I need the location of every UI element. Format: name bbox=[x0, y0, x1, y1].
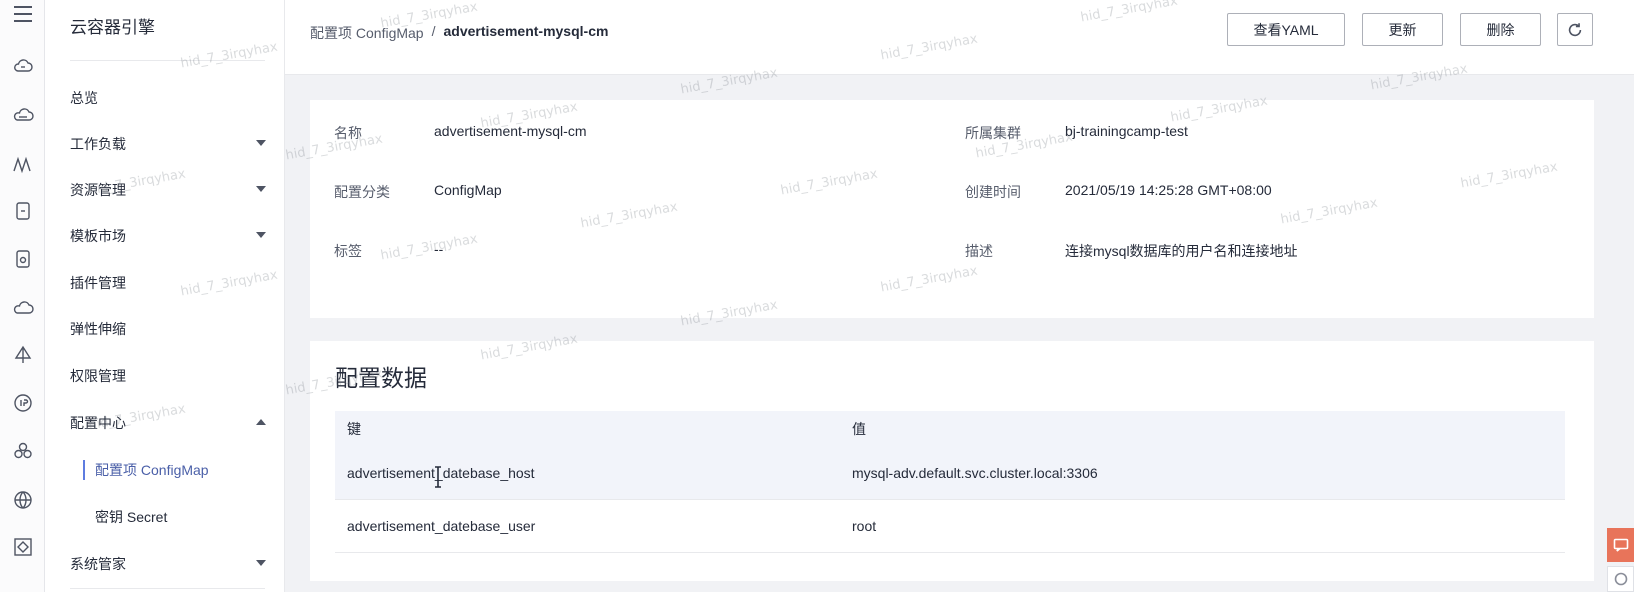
sidebar-item-label: 总览 bbox=[70, 90, 98, 106]
breadcrumb-current: advertisement-mysql-cm bbox=[443, 23, 609, 39]
gateway-icon[interactable] bbox=[0, 533, 45, 561]
sidebar-item-autoscaling[interactable]: 弹性伸缩 bbox=[45, 314, 285, 344]
sidebar-item-label: 配置项 ConfigMap bbox=[95, 462, 209, 478]
row-value: root bbox=[852, 518, 877, 534]
globe-icon[interactable] bbox=[0, 486, 45, 514]
row-key: advertisement_datebase_user bbox=[347, 518, 536, 534]
sidebar-item-secret[interactable]: 密钥 Secret bbox=[45, 502, 285, 532]
view-yaml-button[interactable]: 查看YAML bbox=[1227, 13, 1345, 46]
config-data-table: 键 值 advertisement_datebase_host mysql-ad… bbox=[335, 411, 1565, 553]
sidebar-item-label: 权限管理 bbox=[70, 368, 126, 384]
sidebar-brand: 云容器引擎 bbox=[70, 18, 155, 37]
sidebar-item-workloads[interactable]: 工作负载 bbox=[45, 129, 285, 159]
sidebar-item-label: 模板市场 bbox=[70, 228, 126, 244]
delete-button[interactable]: 删除 bbox=[1460, 13, 1541, 46]
chevron-down-icon bbox=[256, 232, 266, 238]
table-header: 键 值 bbox=[335, 411, 1565, 447]
chevron-up-icon bbox=[256, 419, 266, 425]
sidebar-item-label: 系统管家 bbox=[70, 556, 126, 572]
container-icon[interactable] bbox=[0, 197, 45, 225]
monitor-wave-icon[interactable] bbox=[0, 150, 45, 178]
cluster-value: bj-trainingcamp-test bbox=[1065, 123, 1188, 139]
storage-icon[interactable] bbox=[0, 245, 45, 273]
created-value: 2021/05/19 14:25:28 GMT+08:00 bbox=[1065, 182, 1272, 198]
chevron-down-icon bbox=[256, 140, 266, 146]
sidebar-item-label: 插件管理 bbox=[70, 275, 126, 291]
sidebar-item-label: 配置中心 bbox=[70, 415, 126, 431]
sidebar-divider bbox=[70, 588, 265, 589]
sidebar-item-label: 密钥 Secret bbox=[95, 509, 168, 525]
column-header-value: 值 bbox=[852, 421, 866, 437]
sidebar-item-permissions[interactable]: 权限管理 bbox=[45, 361, 285, 391]
sidebar-item-addons[interactable]: 插件管理 bbox=[45, 268, 285, 298]
cloud-service-icon[interactable] bbox=[0, 294, 45, 322]
ip-icon[interactable] bbox=[0, 389, 45, 417]
page-header: 配置项 ConfigMap / advertisement-mysql-cm 查… bbox=[285, 0, 1634, 75]
row-value: mysql-adv.default.svc.cluster.local:3306 bbox=[852, 465, 1098, 481]
table-row[interactable]: advertisement_datebase_user root bbox=[335, 500, 1565, 553]
cloud-icon[interactable] bbox=[0, 101, 45, 129]
tags-label: 标签 bbox=[334, 243, 362, 259]
menu-icon[interactable] bbox=[0, 0, 45, 28]
sidebar-item-template-market[interactable]: 模板市场 bbox=[45, 221, 285, 251]
table-row[interactable]: advertisement_datebase_host mysql-adv.de… bbox=[335, 447, 1565, 500]
tags-value: -- bbox=[434, 241, 444, 257]
type-label: 配置分类 bbox=[334, 184, 390, 200]
sidebar-item-label: 资源管理 bbox=[70, 182, 126, 198]
config-data-card: 配置数据 键 值 advertisement_datebase_host mys… bbox=[310, 341, 1594, 581]
description-label: 描述 bbox=[965, 243, 993, 259]
cluster-label: 所属集群 bbox=[965, 125, 1021, 141]
sidebar-item-overview[interactable]: 总览 bbox=[45, 83, 285, 113]
cluster-icon[interactable] bbox=[0, 437, 45, 465]
breadcrumb: 配置项 ConfigMap / advertisement-mysql-cm bbox=[310, 23, 608, 43]
description-value: 连接mysql数据库的用户名和连接地址 bbox=[1065, 243, 1298, 259]
sidebar-item-configmap[interactable]: 配置项 ConfigMap bbox=[45, 455, 285, 485]
feedback-chat-button[interactable] bbox=[1607, 528, 1634, 562]
type-value: ConfigMap bbox=[434, 182, 502, 198]
sidebar: 云容器引擎 总览 工作负载 资源管理 模板市场 插件管理 弹性伸缩 权限管理 配… bbox=[45, 0, 285, 592]
breadcrumb-separator: / bbox=[431, 23, 436, 39]
chevron-down-icon bbox=[256, 560, 266, 566]
cloud-home-icon[interactable] bbox=[0, 52, 45, 80]
column-header-key: 键 bbox=[347, 421, 361, 437]
sidebar-item-resources[interactable]: 资源管理 bbox=[45, 175, 285, 205]
created-label: 创建时间 bbox=[965, 184, 1021, 200]
configmap-info-card: 名称 advertisement-mysql-cm 所属集群 bj-traini… bbox=[310, 100, 1594, 318]
refresh-button[interactable] bbox=[1557, 13, 1593, 46]
update-button[interactable]: 更新 bbox=[1362, 13, 1443, 46]
sidebar-item-system-manager[interactable]: 系统管家 bbox=[45, 549, 285, 579]
deploy-icon[interactable] bbox=[0, 341, 45, 369]
name-value: advertisement-mysql-cm bbox=[434, 123, 587, 139]
icon-rail bbox=[0, 0, 45, 592]
refresh-icon bbox=[1568, 22, 1582, 36]
sidebar-item-label: 弹性伸缩 bbox=[70, 321, 126, 337]
help-button[interactable] bbox=[1607, 566, 1634, 592]
text-cursor-icon bbox=[433, 466, 443, 488]
chat-icon bbox=[1613, 538, 1628, 552]
sidebar-item-config-center[interactable]: 配置中心 bbox=[45, 408, 285, 438]
name-label: 名称 bbox=[334, 125, 362, 141]
chevron-down-icon bbox=[256, 186, 266, 192]
sidebar-item-label: 工作负载 bbox=[70, 136, 126, 152]
help-icon bbox=[1614, 572, 1627, 586]
breadcrumb-parent-link[interactable]: 配置项 ConfigMap bbox=[310, 23, 424, 43]
section-title: 配置数据 bbox=[335, 365, 427, 391]
sidebar-divider bbox=[70, 60, 265, 61]
